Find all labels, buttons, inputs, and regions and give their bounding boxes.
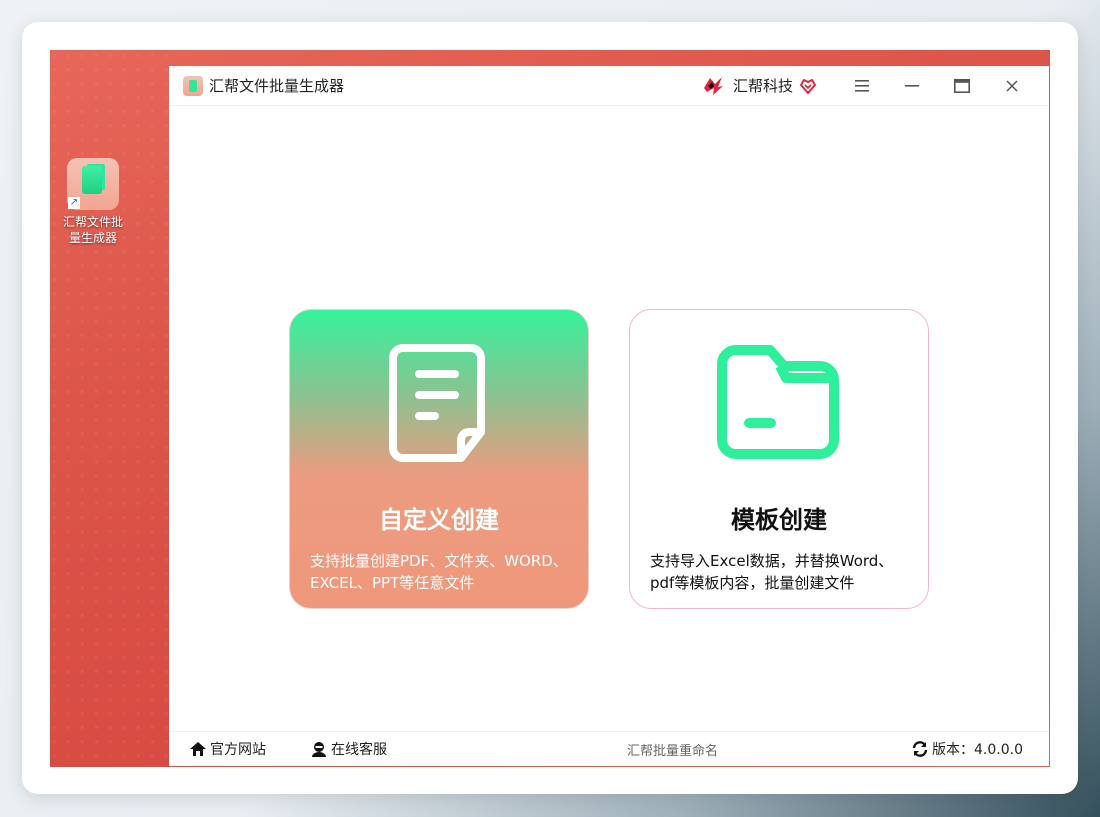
window-title: 汇帮文件批量生成器	[209, 77, 345, 95]
custom-create-card[interactable]: 自定义创建 支持批量创建PDF、文件夹、WORD、EXCEL、PPT等任意文件	[289, 309, 589, 609]
brand[interactable]: 汇帮科技	[701, 74, 817, 98]
menu-icon	[855, 79, 869, 92]
shortcut-label-line2: 量生成器	[68, 231, 117, 245]
template-create-card[interactable]: 模板创建 支持导入Excel数据，并替换Word、pdf等模板内容，批量创建文件	[629, 309, 929, 609]
online-service-link[interactable]: 在线客服	[310, 739, 387, 759]
folder-icon	[717, 345, 839, 459]
official-website-link[interactable]: 官方网站	[189, 739, 266, 759]
brand-logo-icon	[703, 76, 723, 95]
minimize-icon	[905, 84, 919, 87]
status-footer: 官方网站 在线客服 汇帮批量重命名 版本：4.0.0.0	[169, 731, 1049, 766]
maximize-icon	[954, 78, 970, 93]
online-service-label: 在线客服	[331, 742, 387, 758]
customer-service-icon	[312, 742, 326, 757]
brand-name: 汇帮科技	[732, 77, 793, 95]
shortcut-arrow-icon: ↗	[68, 197, 80, 209]
minimize-button[interactable]	[887, 66, 937, 106]
card-icon-wrap	[290, 342, 588, 466]
official-website-label: 官方网站	[210, 742, 266, 758]
desktop-shortcut-label: 汇帮文件批 量生成器	[58, 214, 128, 246]
app-doc-glyph	[82, 166, 102, 194]
menu-button[interactable]	[837, 66, 887, 106]
app-logo-icon	[183, 75, 203, 96]
desktop-shortcut[interactable]: ↗ 汇帮文件批 量生成器	[58, 158, 128, 246]
title-bar[interactable]: 汇帮文件批量生成器 汇帮科技	[169, 66, 1049, 106]
maximize-button[interactable]	[937, 66, 987, 106]
document-icon	[389, 344, 485, 462]
main-content: 自定义创建 支持批量创建PDF、文件夹、WORD、EXCEL、PPT等任意文件 …	[169, 106, 1049, 731]
custom-create-title: 自定义创建	[379, 506, 499, 534]
card-icon-wrap	[630, 342, 928, 466]
app-shortcut-icon[interactable]: ↗	[67, 158, 119, 210]
app-window: 汇帮文件批量生成器 汇帮科技 自定义创建 支持批量创建PDF、文件夹、WORD、…	[169, 66, 1049, 766]
close-button[interactable]	[987, 66, 1037, 106]
shortcut-label-line1: 汇帮文件批	[62, 215, 123, 229]
home-icon	[190, 742, 206, 756]
custom-create-description: 支持批量创建PDF、文件夹、WORD、EXCEL、PPT等任意文件	[310, 552, 568, 592]
footer-product-link[interactable]: 汇帮批量重命名	[627, 740, 718, 759]
template-create-description: 支持导入Excel数据，并替换Word、pdf等模板内容，批量创建文件	[650, 552, 894, 592]
refresh-icon	[912, 741, 928, 757]
version-label: 版本：4.0.0.0	[932, 742, 1023, 758]
version-info[interactable]: 版本：4.0.0.0	[911, 739, 1023, 759]
template-create-title: 模板创建	[731, 506, 827, 534]
close-icon	[1006, 79, 1018, 92]
heart-icon	[800, 78, 816, 94]
